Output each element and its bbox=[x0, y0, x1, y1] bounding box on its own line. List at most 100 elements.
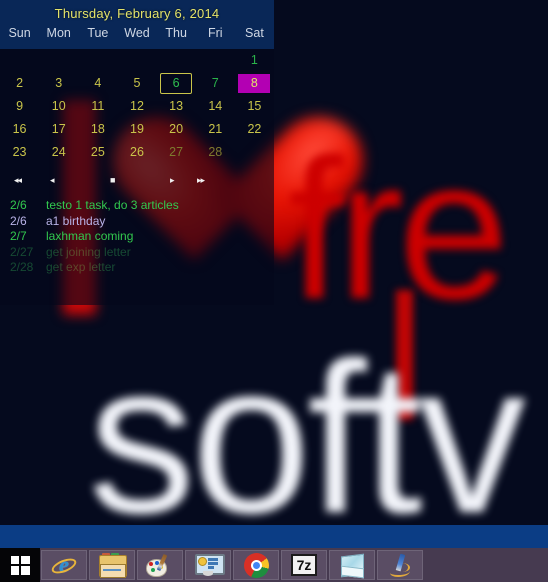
taskbar-item-google-chrome[interactable] bbox=[233, 550, 279, 580]
calendar-day-cell-today[interactable]: 6 bbox=[157, 73, 196, 94]
calendar-day-cell[interactable]: 10 bbox=[39, 96, 78, 117]
calendar-day-cell[interactable]: 12 bbox=[117, 96, 156, 117]
calendar-day-cell[interactable] bbox=[117, 50, 156, 71]
calendar-day-cell[interactable]: 13 bbox=[157, 96, 196, 117]
calendar-day-cell[interactable]: 22 bbox=[235, 119, 274, 140]
calendar-day-cell[interactable]: 11 bbox=[78, 96, 117, 117]
day-header-tue: Tue bbox=[87, 26, 109, 40]
stop-icon[interactable]: ■ bbox=[110, 176, 116, 185]
wallpaper-text-white: softv bbox=[88, 317, 526, 525]
taskbar-item-control-panel[interactable] bbox=[185, 550, 231, 580]
day-number: 17 bbox=[51, 122, 66, 136]
calendar-day-cell[interactable] bbox=[157, 50, 196, 71]
seven-zip-icon: 7z bbox=[291, 554, 317, 576]
taskbar-item-pen-tool[interactable] bbox=[377, 550, 423, 580]
calendar-day-cell[interactable]: 25 bbox=[78, 142, 117, 163]
calendar-day-cell[interactable]: 17 bbox=[39, 119, 78, 140]
list-item[interactable]: 2/28 get exp letter bbox=[10, 260, 274, 276]
calendar-day-cell-selected[interactable]: 8 bbox=[235, 73, 274, 94]
calendar-header: Thursday, February 6, 2014 Sun Mon Tue W… bbox=[0, 0, 274, 49]
taskbar-item-notes[interactable] bbox=[329, 550, 375, 580]
chrome-icon bbox=[243, 552, 269, 578]
event-text: get joining letter bbox=[46, 244, 131, 259]
wallpaper-text-red: fre bbox=[288, 118, 509, 341]
day-number: 5 bbox=[133, 76, 141, 90]
day-number: 9 bbox=[16, 99, 24, 113]
day-number: 22 bbox=[247, 122, 262, 136]
calendar-day-cell[interactable]: 28 bbox=[196, 142, 235, 163]
list-item[interactable]: 2/6 a1 birthday bbox=[10, 214, 274, 230]
calendar-day-cell[interactable]: 16 bbox=[0, 119, 39, 140]
day-number: 16 bbox=[12, 122, 27, 136]
day-number: 20 bbox=[169, 122, 184, 136]
event-text: a1 birthday bbox=[46, 213, 106, 228]
calendar-gadget[interactable]: Thursday, February 6, 2014 Sun Mon Tue W… bbox=[0, 0, 274, 305]
pen-icon bbox=[387, 553, 413, 577]
list-item[interactable]: 2/7 laxhman coming bbox=[10, 229, 274, 245]
calendar-week-row: 16 17 18 19 20 21 22 bbox=[0, 118, 274, 141]
calendar-week-row: 9 10 11 12 13 14 15 bbox=[0, 95, 274, 118]
day-number: 19 bbox=[130, 122, 144, 136]
calendar-day-cell[interactable] bbox=[0, 50, 39, 71]
day-number: 18 bbox=[90, 122, 105, 136]
calendar-day-headers: Sun Mon Tue Wed Thu Fri Sat bbox=[0, 26, 274, 40]
taskbar-item-file-explorer[interactable] bbox=[89, 550, 135, 580]
calendar-day-cell[interactable]: 14 bbox=[196, 96, 235, 117]
calendar-day-cell[interactable] bbox=[196, 50, 235, 71]
calendar-day-cell[interactable]: 3 bbox=[39, 73, 78, 94]
day-number: 2 bbox=[16, 76, 24, 90]
day-header-mon: Mon bbox=[46, 26, 71, 40]
list-item[interactable]: 2/27 get joining letter bbox=[10, 245, 274, 261]
calendar-day-cell[interactable]: 21 bbox=[196, 119, 235, 140]
calendar-day-cell[interactable]: 27 bbox=[157, 142, 196, 163]
taskbar-item-internet-explorer[interactable]: e bbox=[41, 550, 87, 580]
first-page-icon[interactable]: ◂◂ bbox=[14, 176, 22, 185]
day-number: 14 bbox=[208, 99, 223, 113]
event-date: 2/6 bbox=[10, 198, 27, 212]
calendar-day-cell[interactable]: 18 bbox=[78, 119, 117, 140]
day-number: 6 bbox=[160, 73, 193, 94]
start-button[interactable] bbox=[0, 548, 40, 582]
day-number: 23 bbox=[12, 145, 27, 159]
calendar-day-cell[interactable]: 24 bbox=[39, 142, 78, 163]
list-item[interactable]: 2/6 testo 1 task, do 3 articles bbox=[10, 198, 274, 214]
calendar-day-cell[interactable]: 7 bbox=[196, 73, 235, 94]
calendar-day-cell[interactable]: 26 bbox=[117, 142, 156, 163]
desktop-screen: fre softv Thursday, February 6, 2014 Sun… bbox=[0, 0, 548, 582]
last-page-icon[interactable]: ▸▸ bbox=[197, 176, 205, 185]
paint-palette-icon bbox=[146, 553, 174, 577]
previous-icon[interactable]: ◂ bbox=[50, 176, 54, 185]
taskbar-item-paint[interactable] bbox=[137, 550, 183, 580]
calendar-grid: 1 2 3 4 5 6 7 8 9 10 11 12 13 14 15 16 1… bbox=[0, 49, 274, 164]
calendar-day-cell[interactable] bbox=[78, 50, 117, 71]
day-header-wed: Wed bbox=[124, 26, 150, 40]
calendar-day-cell[interactable]: 15 bbox=[235, 96, 274, 117]
calendar-day-cell[interactable]: 23 bbox=[0, 142, 39, 163]
calendar-day-cell[interactable]: 1 bbox=[235, 50, 274, 71]
day-number: 26 bbox=[130, 145, 144, 159]
calendar-day-cell[interactable]: 9 bbox=[0, 96, 39, 117]
calendar-day-cell[interactable]: 5 bbox=[117, 73, 156, 94]
day-header-sat: Sat bbox=[245, 26, 264, 40]
taskbar-item-seven-zip[interactable]: 7z bbox=[281, 550, 327, 580]
event-list: 2/6 testo 1 task, do 3 articles 2/6 a1 b… bbox=[0, 196, 274, 276]
day-number: 8 bbox=[238, 74, 271, 93]
day-number: 11 bbox=[91, 99, 105, 113]
calendar-week-row: 1 bbox=[0, 49, 274, 72]
day-number: 7 bbox=[211, 76, 219, 90]
calendar-day-cell[interactable]: 19 bbox=[117, 119, 156, 140]
calendar-day-cell[interactable]: 20 bbox=[157, 119, 196, 140]
next-icon[interactable]: ▸ bbox=[170, 176, 174, 185]
day-number: 24 bbox=[51, 145, 66, 159]
folder-icon bbox=[98, 553, 127, 578]
internet-explorer-icon: e bbox=[50, 552, 78, 578]
calendar-day-cell[interactable] bbox=[39, 50, 78, 71]
taskbar: e 7z bbox=[0, 548, 548, 582]
day-header-fri: Fri bbox=[207, 26, 223, 40]
day-number: 3 bbox=[55, 76, 63, 90]
day-number: 1 bbox=[250, 53, 258, 67]
calendar-day-cell[interactable]: 4 bbox=[78, 73, 117, 94]
calendar-day-cell[interactable] bbox=[235, 142, 274, 163]
calendar-day-cell[interactable]: 2 bbox=[0, 73, 39, 94]
control-panel-icon bbox=[194, 553, 225, 577]
